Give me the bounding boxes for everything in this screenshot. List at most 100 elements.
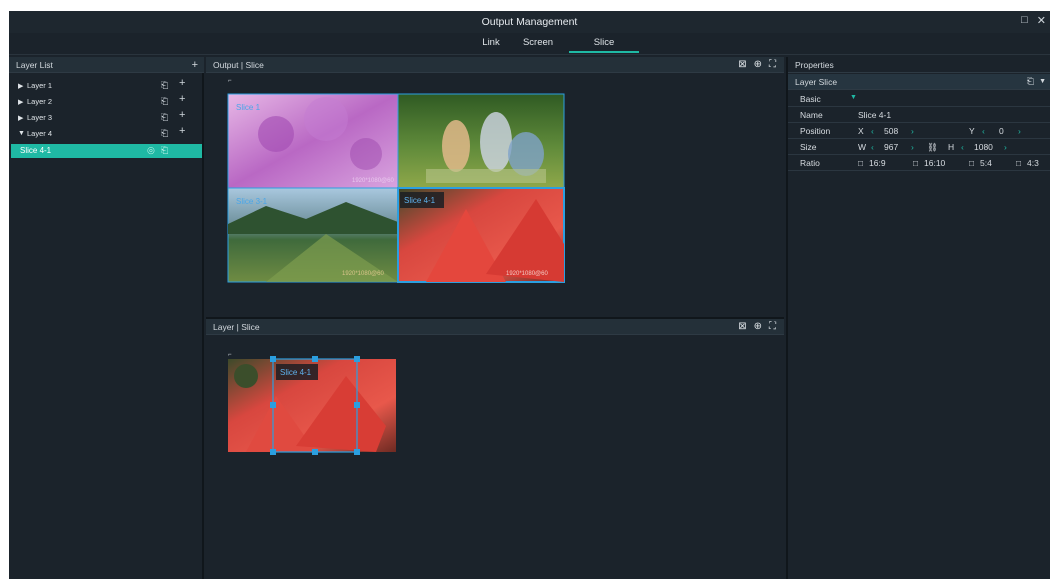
y-increment-button[interactable]: › xyxy=(1018,126,1021,136)
properties-header: Properties xyxy=(788,57,1050,73)
ratio-16-10-label: 16:10 xyxy=(924,158,946,168)
w-field[interactable]: 967 xyxy=(884,142,898,152)
name-label: Name xyxy=(800,110,823,120)
close-button[interactable]: ✕ xyxy=(1037,14,1046,27)
ratio-row: Ratio □ 16:9 □ 16:10 □ 5:4 □ 4:3 xyxy=(788,155,1050,171)
tab-screen[interactable]: Screen xyxy=(516,37,560,48)
slice-item-4-1[interactable]: Slice 4-1 ◎ ⎗ xyxy=(11,144,202,158)
y-decrement-button[interactable]: ‹ xyxy=(982,126,985,136)
output-management-window: Output Management □ ✕ Link Screen Slice … xyxy=(9,11,1050,579)
add-slice-button[interactable]: + xyxy=(179,77,185,89)
center-view-icon[interactable]: ⊕ xyxy=(754,59,762,70)
output-canvas[interactable]: ⌐ Slice 1 1920*1080@60 Slice 3-1 1920*10… xyxy=(206,74,784,317)
slice-3-1-label: Slice 3-1 xyxy=(236,197,268,206)
slice-3-1-resolution: 1920*1080@60 xyxy=(342,271,384,277)
add-slice-button[interactable]: + xyxy=(179,109,185,121)
y-label: Y xyxy=(969,126,975,136)
title-bar: Output Management □ ✕ xyxy=(9,11,1050,33)
size-label: Size xyxy=(800,142,817,152)
ratio-16-9-checkbox[interactable]: □ xyxy=(858,158,863,168)
slice-1-resolution: 1920*1080@60 xyxy=(352,178,394,184)
add-layer-button[interactable]: + xyxy=(192,59,198,71)
lock-icon[interactable]: ⎗ xyxy=(161,145,168,156)
section-dropdown-icon[interactable]: ▼ xyxy=(1039,78,1046,85)
fit-view-icon[interactable]: ⊠ xyxy=(738,59,746,70)
eye-icon[interactable]: ◎ xyxy=(147,145,155,156)
layer-label: Layer 4 xyxy=(27,129,53,138)
layer-slice-section[interactable]: Layer Slice ⎗ ▼ xyxy=(788,74,1050,90)
output-slice-3-1[interactable]: Slice 3-1 1920*1080@60 xyxy=(227,187,399,283)
expand-arrow-icon[interactable]: ▶ xyxy=(18,82,23,90)
tab-bar: Link Screen Slice xyxy=(9,33,1050,55)
size-row: Size W ‹ 967 › ⛓ H ‹ 1080 › xyxy=(788,139,1050,155)
name-field[interactable]: Slice 4-1 xyxy=(858,110,891,120)
ratio-label: Ratio xyxy=(800,158,820,168)
window-title: Output Management xyxy=(481,16,578,28)
y-field[interactable]: 0 xyxy=(999,126,1004,136)
fullscreen-icon[interactable]: ⛶ xyxy=(769,59,776,70)
layer-label: Layer 3 xyxy=(27,113,53,122)
basic-row[interactable]: Basic ▼ xyxy=(788,91,1050,107)
output-slice-4-1[interactable]: Slice 4-1 1920*1080@60 xyxy=(397,187,565,283)
output-panel-header: Output | Slice ⊠ ⊕ ⛶ xyxy=(206,57,784,73)
x-field[interactable]: 508 xyxy=(884,126,898,136)
layer-row-4[interactable]: ▼ Layer 4 ⎗ + xyxy=(9,125,204,139)
basic-dropdown-icon[interactable]: ▼ xyxy=(850,94,857,101)
ratio-16-10-checkbox[interactable]: □ xyxy=(913,158,918,168)
h-label: H xyxy=(948,142,955,152)
w-label: W xyxy=(858,142,867,152)
fit-view-icon[interactable]: ⊠ xyxy=(738,321,746,332)
h-decrement-button[interactable]: ‹ xyxy=(961,142,964,152)
basic-label: Basic xyxy=(800,94,821,104)
expand-arrow-icon[interactable]: ▶ xyxy=(18,98,23,106)
w-decrement-button[interactable]: ‹ xyxy=(871,142,874,152)
lock-icon[interactable]: ⎗ xyxy=(161,128,168,139)
ratio-5-4-checkbox[interactable]: □ xyxy=(969,158,974,168)
properties-title: Properties xyxy=(795,59,834,70)
h-increment-button[interactable]: › xyxy=(1004,142,1007,152)
name-row: Name Slice 4-1 xyxy=(788,107,1050,123)
layer-panel-title: Layer | Slice xyxy=(213,321,260,332)
lock-icon[interactable]: ⎗ xyxy=(161,96,168,107)
layer-row-3[interactable]: ▶ Layer 3 ⎗ + xyxy=(9,109,204,123)
x-increment-button[interactable]: › xyxy=(911,126,914,136)
layer-label: Layer 2 xyxy=(27,97,53,106)
layer-slice-view: ⌐ Slice 4-1 xyxy=(228,352,396,455)
add-slice-button[interactable]: + xyxy=(179,125,185,137)
slice-1-label: Slice 1 xyxy=(236,103,261,112)
canvas-column: Output | Slice ⊠ ⊕ ⛶ ⌐ Slice 1 1920*1080… xyxy=(206,57,784,579)
layer-list-panel: Layer List + ▶ Layer 1 ⎗ + ▶ Layer 2 ⎗ +… xyxy=(9,57,204,579)
section-title: Layer Slice xyxy=(795,76,838,87)
center-view-icon[interactable]: ⊕ xyxy=(754,321,762,332)
layer-row-2[interactable]: ▶ Layer 2 ⎗ + xyxy=(9,93,204,107)
ratio-4-3-checkbox[interactable]: □ xyxy=(1016,158,1021,168)
output-slice-2[interactable] xyxy=(397,93,565,189)
collapse-arrow-icon[interactable]: ▼ xyxy=(18,130,25,137)
x-label: X xyxy=(858,126,864,136)
layer-label: Layer 1 xyxy=(27,81,53,90)
output-slice-1[interactable]: Slice 1 1920*1080@60 xyxy=(227,93,399,189)
layer-slice-label: Slice 4-1 xyxy=(280,368,312,377)
fullscreen-icon[interactable]: ⛶ xyxy=(769,321,776,332)
lock-icon[interactable]: ⎗ xyxy=(161,80,168,91)
slice-label: Slice 4-1 xyxy=(20,146,52,155)
position-label: Position xyxy=(800,126,831,136)
expand-arrow-icon[interactable]: ▶ xyxy=(18,114,23,122)
lock-icon[interactable]: ⎗ xyxy=(161,112,168,123)
link-ratio-icon[interactable]: ⛓ xyxy=(927,142,938,153)
slice-4-1-label: Slice 4-1 xyxy=(404,196,436,205)
maximize-button[interactable]: □ xyxy=(1021,14,1028,27)
ratio-16-9-label: 16:9 xyxy=(869,158,886,168)
add-slice-button[interactable]: + xyxy=(179,93,185,105)
layer-row-1[interactable]: ▶ Layer 1 ⎗ + xyxy=(9,77,204,91)
output-panel-title: Output | Slice xyxy=(213,59,264,70)
x-decrement-button[interactable]: ‹ xyxy=(871,126,874,136)
layer-list-title: Layer List xyxy=(16,59,53,70)
w-increment-button[interactable]: › xyxy=(911,142,914,152)
output-slice-grid: ⌐ Slice 1 1920*1080@60 Slice 3-1 1920*10… xyxy=(227,78,565,283)
layer-canvas[interactable]: ⌐ Slice 4-1 xyxy=(206,336,784,579)
tab-slice[interactable]: Slice xyxy=(569,37,639,53)
tab-link[interactable]: Link xyxy=(476,37,506,48)
lock-icon[interactable]: ⎗ xyxy=(1027,76,1034,87)
h-field[interactable]: 1080 xyxy=(974,142,993,152)
